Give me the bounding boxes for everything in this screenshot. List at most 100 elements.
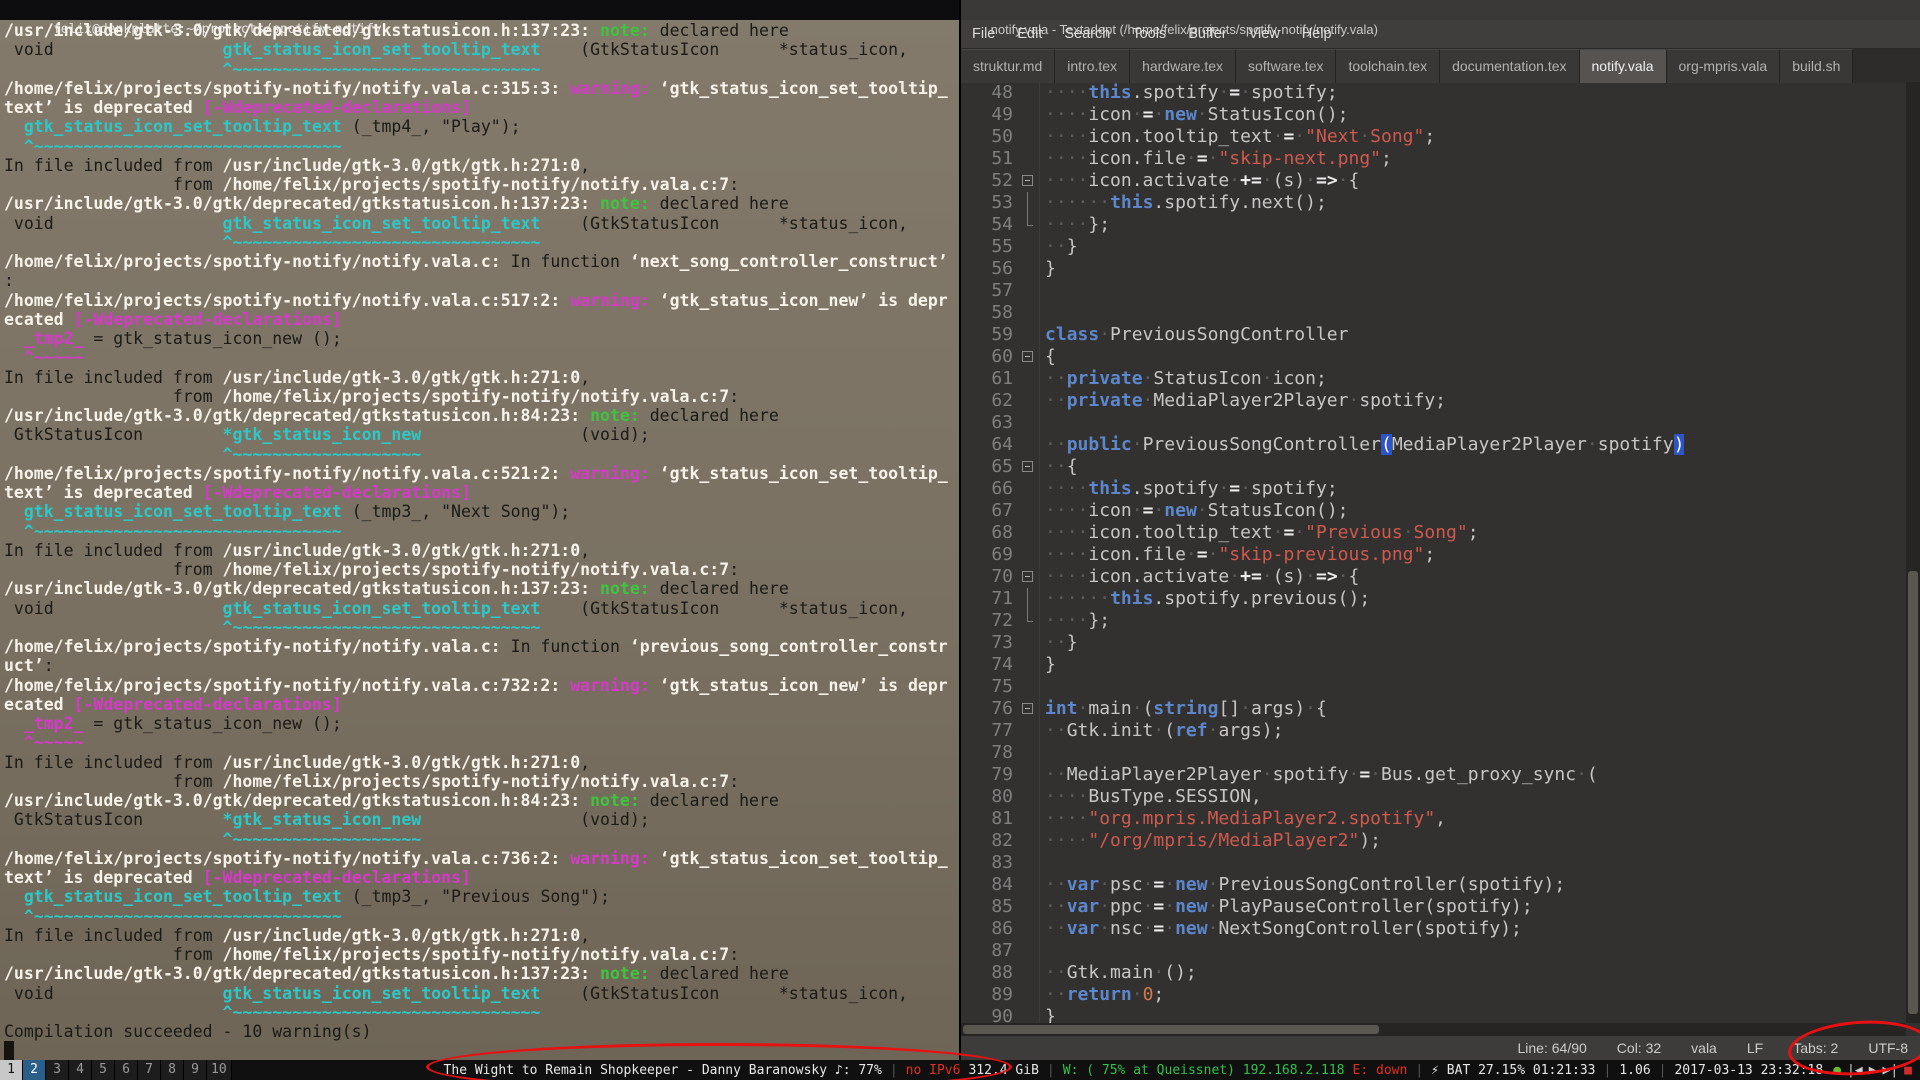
code-line[interactable]: 75 — [961, 676, 1920, 698]
code-line[interactable]: 65 ··{ — [961, 456, 1920, 478]
code-line[interactable]: 64 ··public·PreviousSongController(MediaP… — [961, 434, 1920, 456]
terminal-line: ^~~~~~~~~~~~~~~~~~~~~~~~~~~~~~~~ — [4, 906, 342, 926]
next-track-icon[interactable]: ▶| — [1883, 1063, 1899, 1078]
workspace-1[interactable]: 1 — [0, 1060, 23, 1080]
fold-margin — [1019, 500, 1039, 522]
code-line[interactable]: 78 — [961, 742, 1920, 764]
code-line[interactable]: 50 ····icon.tooltip_text·=·"Next·Song"; — [961, 126, 1920, 148]
code-line[interactable]: 88 ··Gtk.main·(); — [961, 962, 1920, 984]
workspace-10[interactable]: 10 — [207, 1060, 232, 1080]
menu-buffer[interactable]: Buffer — [1177, 26, 1237, 42]
code-line[interactable]: 79 ··MediaPlayer2Player·spotify·=·Bus.get… — [961, 764, 1920, 786]
code-line[interactable]: 71 ······this.spotify.previous(); — [961, 588, 1920, 610]
code-line[interactable]: 55 ··} — [961, 236, 1920, 258]
code-line[interactable]: 84 ··var·psc·=·new·PreviousSongController… — [961, 874, 1920, 896]
tab-documentation.tex[interactable]: documentation.tex — [1440, 49, 1580, 83]
code-line[interactable]: 49 ····icon·=·new·StatusIcon(); — [961, 104, 1920, 126]
fold-margin[interactable] — [1019, 346, 1039, 368]
taskbar-status-item: The Wight to Remain Shopkeeper - Danny B… — [443, 1062, 882, 1078]
fold-marker-icon[interactable] — [1022, 175, 1033, 186]
workspace-7[interactable]: 7 — [138, 1060, 161, 1080]
fold-margin[interactable] — [1019, 170, 1039, 192]
code-line[interactable]: 81 ····"org.mpris.MediaPlayer2.spotify", — [961, 808, 1920, 830]
code-line[interactable]: 77 ··Gtk.init·(ref·args); — [961, 720, 1920, 742]
code-line[interactable]: 80 ····BusType.SESSION, — [961, 786, 1920, 808]
play-icon[interactable]: ▶ — [1869, 1063, 1877, 1078]
code-line[interactable]: 52 ····icon.activate·+=·(s)·=>·{ — [961, 170, 1920, 192]
code-line[interactable]: 89 ··return·0; — [961, 984, 1920, 1006]
code-line[interactable]: 57 — [961, 280, 1920, 302]
menu-edit[interactable]: Edit — [1006, 26, 1053, 42]
menu-tools[interactable]: Tools — [1121, 26, 1177, 42]
tab-hardware.tex[interactable]: hardware.tex — [1130, 49, 1236, 83]
tab-toolchain.tex[interactable]: toolchain.tex — [1336, 49, 1441, 83]
code-line[interactable]: 60 { — [961, 346, 1920, 368]
menu-search[interactable]: Search — [1053, 26, 1121, 42]
terminal-output[interactable]: /usr/include/gtk-3.0/gtk/deprecated/gtks… — [0, 20, 959, 1060]
code-line[interactable]: 87 — [961, 940, 1920, 962]
workspace-9[interactable]: 9 — [184, 1060, 207, 1080]
code-line[interactable]: 58 — [961, 302, 1920, 324]
code-line[interactable]: 54 ····}; — [961, 214, 1920, 236]
workspace-6[interactable]: 6 — [115, 1060, 138, 1080]
fold-marker-icon[interactable] — [1022, 571, 1033, 582]
code-line[interactable]: 76 int·main·(string[]·args)·{ — [961, 698, 1920, 720]
tab-intro.tex[interactable]: intro.tex — [1055, 49, 1131, 83]
code-line[interactable]: 73 ··} — [961, 632, 1920, 654]
editor-window[interactable]: notify.vala - Textadept (/home/felix/pro… — [959, 0, 1920, 1060]
code-text: ··var·ppc·=·new·PlayPauseController(spot… — [1045, 896, 1533, 917]
code-line[interactable]: 63 — [961, 412, 1920, 434]
code-line[interactable]: 67 ····icon·=·new·StatusIcon(); — [961, 500, 1920, 522]
fold-margin[interactable] — [1019, 566, 1039, 588]
fold-marker-icon[interactable] — [1022, 461, 1033, 472]
horizontal-scrollbar-thumb[interactable] — [963, 1025, 1379, 1034]
workspace-3[interactable]: 3 — [46, 1060, 69, 1080]
code-line[interactable]: 62 ··private·MediaPlayer2Player·spotify; — [961, 390, 1920, 412]
code-line[interactable]: 86 ··var·nsc·=·new·NextSongController(spo… — [961, 918, 1920, 940]
fold-margin — [1019, 610, 1039, 632]
code-line[interactable]: 68 ····icon.tooltip_text·=·"Previous·Song… — [961, 522, 1920, 544]
menu-view[interactable]: View — [1238, 26, 1291, 42]
code-line[interactable]: 48 ····this.spotify·=·spotify; — [961, 82, 1920, 104]
tab-notify.vala[interactable]: notify.vala — [1579, 49, 1667, 83]
tab-struktur.md[interactable]: struktur.md — [961, 49, 1056, 83]
code-line[interactable]: 61 ··private·StatusIcon·icon; — [961, 368, 1920, 390]
horizontal-scrollbar[interactable] — [961, 1023, 1906, 1036]
fold-marker-icon[interactable] — [1022, 703, 1033, 714]
code-line[interactable]: 51 ····icon.file·=·"skip-next.png"; — [961, 148, 1920, 170]
terminal-window[interactable]: felix@denkplatte:~/projects/spotify-noti… — [0, 0, 959, 1060]
code-line[interactable]: 66 ····this.spotify·=·spotify; — [961, 478, 1920, 500]
code-line[interactable]: 83 — [961, 852, 1920, 874]
code-line[interactable]: 85 ··var·ppc·=·new·PlayPauseController(sp… — [961, 896, 1920, 918]
workspace-4[interactable]: 4 — [69, 1060, 92, 1080]
workspace-5[interactable]: 5 — [92, 1060, 115, 1080]
menu-help[interactable]: Help — [1291, 26, 1343, 42]
code-line[interactable]: 53 ······this.spotify.next(); — [961, 192, 1920, 214]
menu-file[interactable]: File — [961, 26, 1006, 42]
code-line[interactable]: 72 ····}; — [961, 610, 1920, 632]
code-line[interactable]: 74} — [961, 654, 1920, 676]
code-line[interactable]: 56} — [961, 258, 1920, 280]
record-icon[interactable]: ■ — [1904, 1063, 1912, 1078]
fold-margin[interactable] — [1019, 456, 1039, 478]
fold-margin[interactable] — [1019, 698, 1039, 720]
vertical-scrollbar-thumb[interactable] — [1908, 571, 1918, 1014]
terminal-titlebar[interactable]: felix@denkplatte:~/projects/spotify-noti… — [0, 0, 959, 37]
workspace-2[interactable]: 2 — [23, 1060, 46, 1080]
code-area[interactable]: 48 ····this.spotify·=·spotify; 49 ····icon·… — [961, 82, 1920, 1023]
code-line[interactable]: 69 ····icon.file·=·"skip-previous.png"; — [961, 544, 1920, 566]
prev-track-icon[interactable]: |◀ — [1847, 1063, 1863, 1078]
vertical-scrollbar[interactable] — [1906, 82, 1920, 1023]
code-line[interactable]: 82 ····"/org/mpris/MediaPlayer2"); — [961, 830, 1920, 852]
workspace-8[interactable]: 8 — [161, 1060, 184, 1080]
code-line[interactable]: 59 class·PreviousSongController — [961, 324, 1920, 346]
tab-org-mpris.vala[interactable]: org-mpris.vala — [1666, 49, 1781, 83]
code-line[interactable]: 70 ····icon.activate·+=·(s)·=>·{ — [961, 566, 1920, 588]
status-dot-icon[interactable]: ● — [1833, 1063, 1841, 1078]
fold-marker-icon[interactable] — [1022, 351, 1033, 362]
tab-software.tex[interactable]: software.tex — [1236, 49, 1337, 83]
code-text: ··return·0; — [1045, 984, 1165, 1005]
tab-build.sh[interactable]: build.sh — [1780, 49, 1854, 83]
editor-titlebar[interactable]: notify.vala - Textadept (/home/felix/pro… — [961, 0, 1920, 37]
code-line[interactable]: 90} — [961, 1006, 1920, 1023]
